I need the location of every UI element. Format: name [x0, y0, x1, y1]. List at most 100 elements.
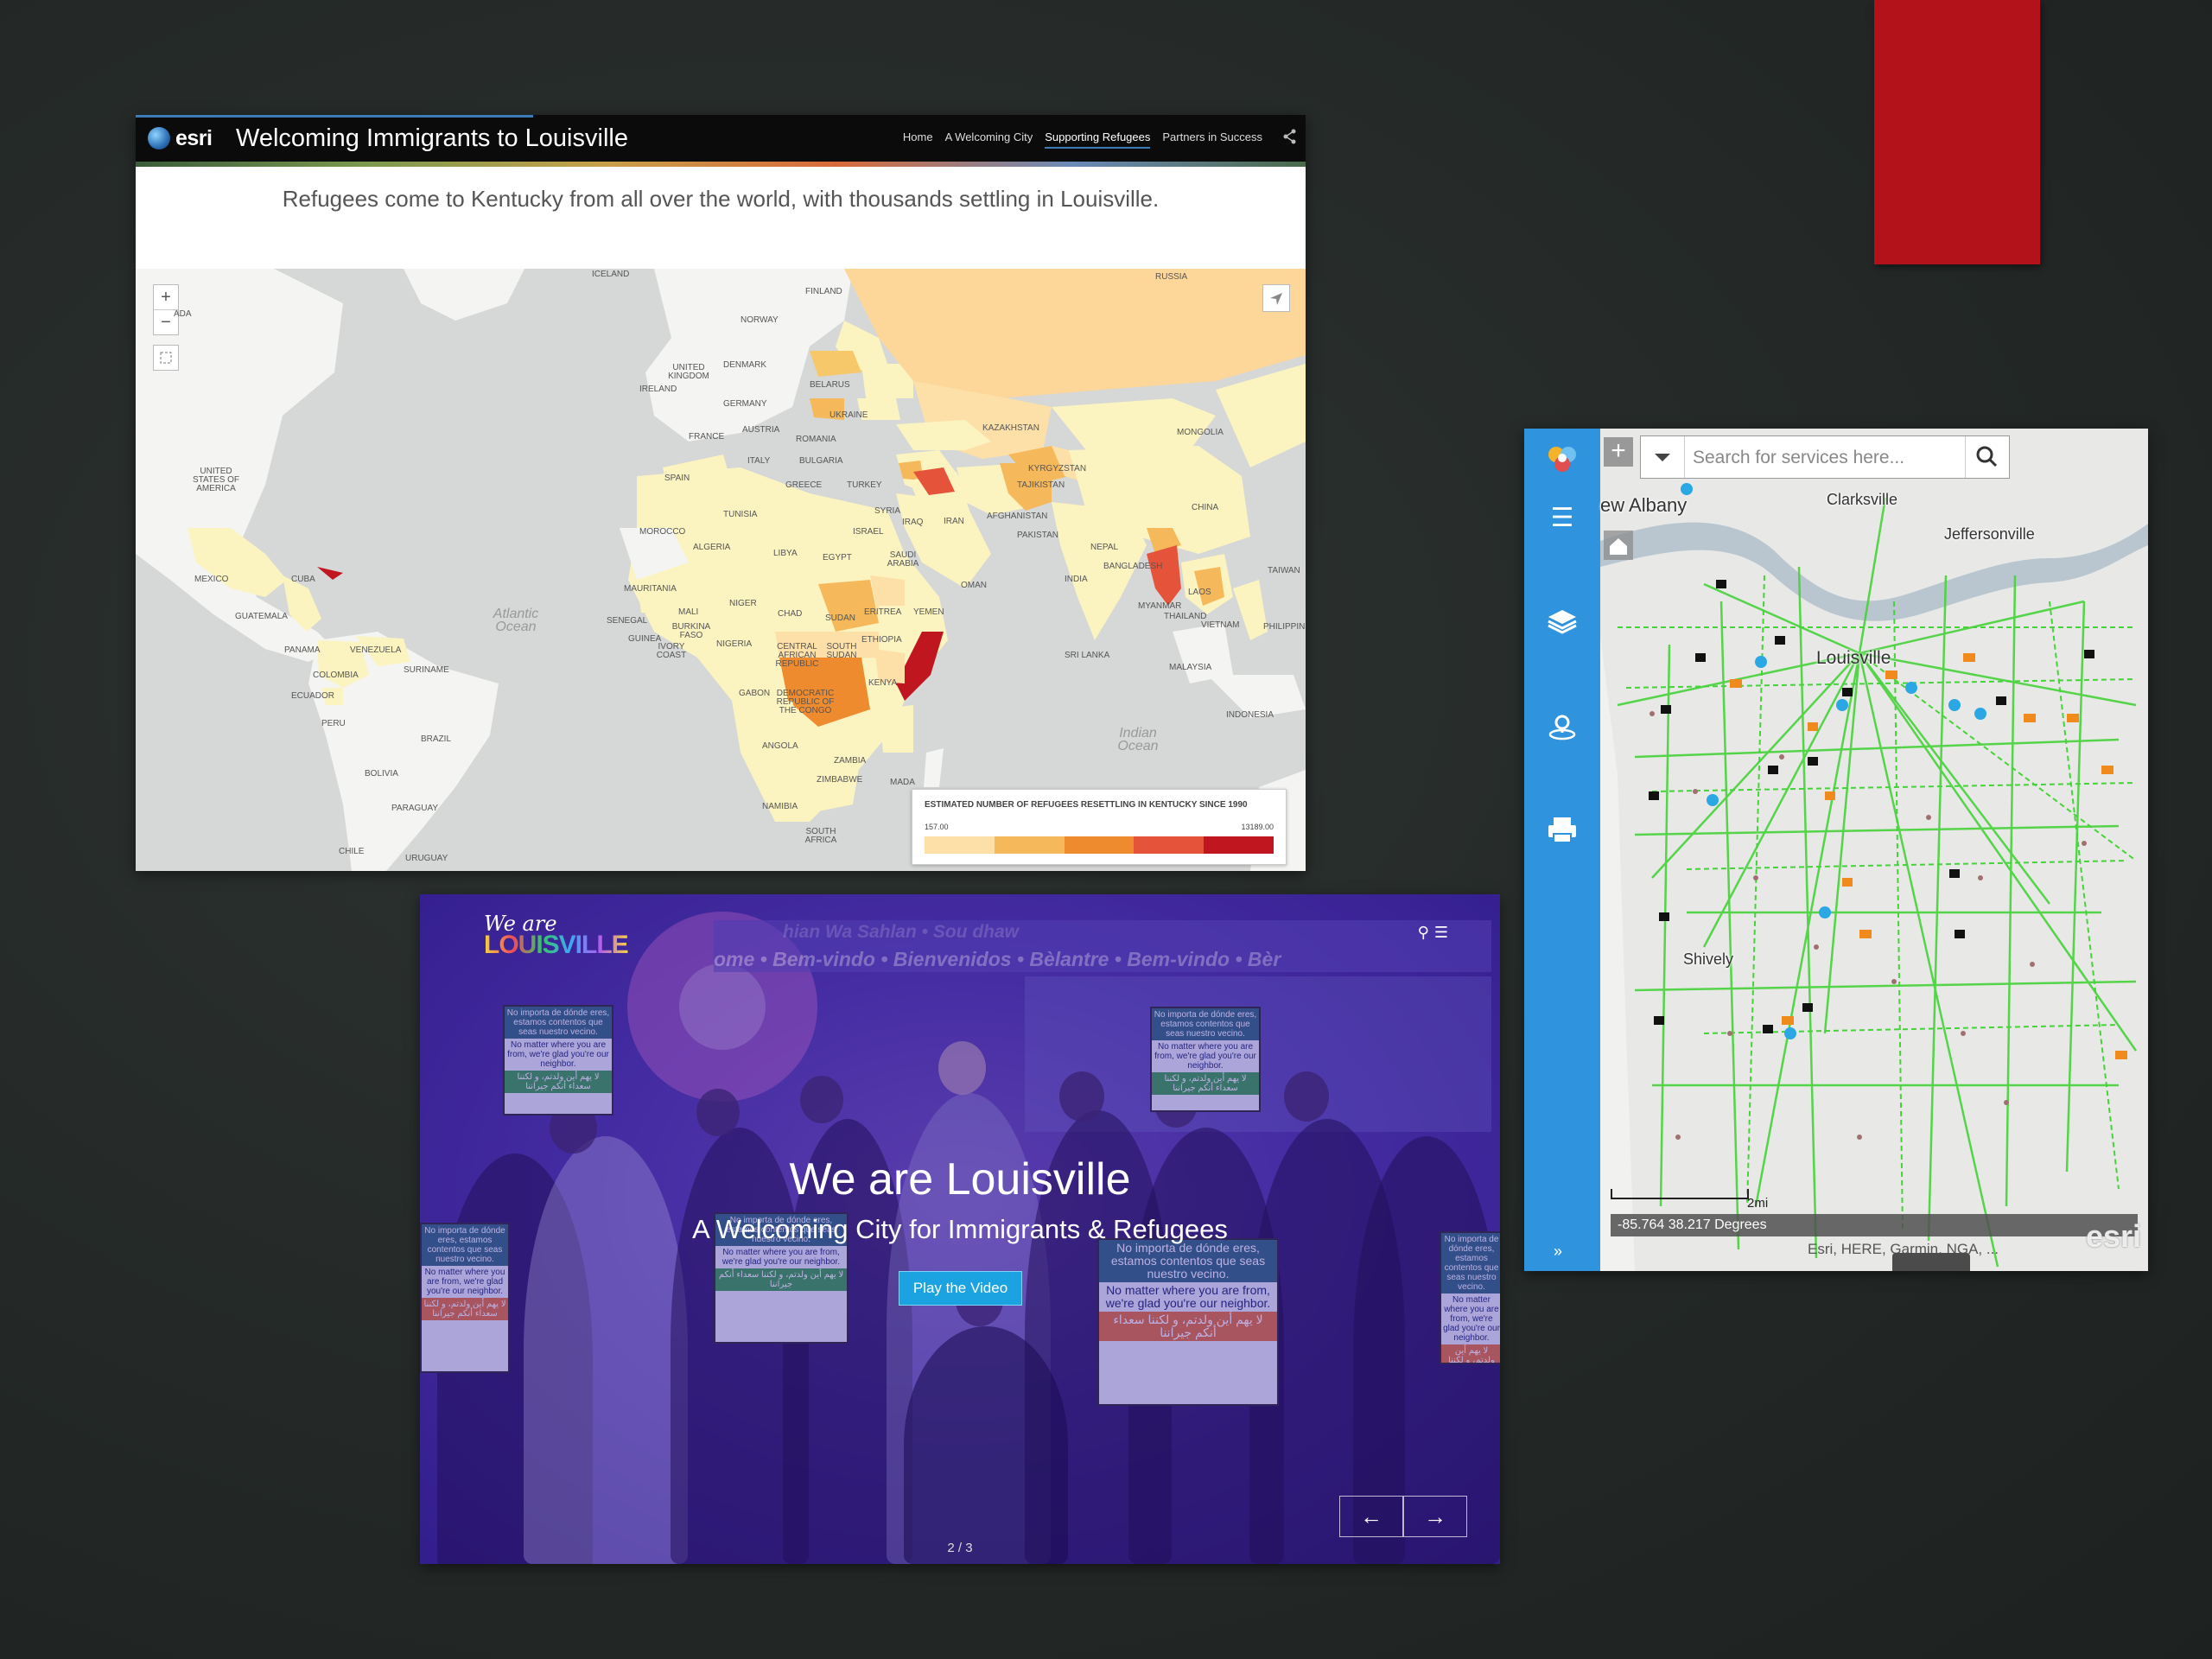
map-label: NEPAL	[1090, 543, 1119, 552]
attribution-toggle[interactable]	[1892, 1253, 1970, 1271]
next-slide-button[interactable]: →	[1403, 1496, 1467, 1537]
map-label: VIETNAM	[1201, 620, 1240, 630]
zoom-in-button[interactable]: +	[1604, 437, 1633, 467]
search-icon	[1976, 446, 1998, 467]
story-title: Welcoming Immigrants to Louisville	[236, 124, 628, 152]
map-label: AUSTRIA	[742, 425, 780, 435]
refugee-origin-map[interactable]: + − ICELAND FINLAND RUSSIA NORWAY UNITED…	[136, 269, 1306, 871]
red-accent-tab	[1874, 0, 2040, 264]
map-label: FINLAND	[805, 287, 842, 296]
location-icon[interactable]	[1543, 707, 1581, 745]
map-label: CHILE	[339, 847, 365, 856]
map-label: CUBA	[291, 575, 315, 584]
legend-color-ramp	[925, 836, 1274, 854]
map-label: DENMARK	[723, 360, 767, 370]
map-label: PHILIPPINES	[1263, 622, 1306, 632]
search-input[interactable]	[1691, 436, 1954, 480]
search-source-dropdown[interactable]	[1641, 436, 1685, 478]
service-search-bar	[1640, 435, 2010, 480]
map-label: NIGER	[729, 599, 757, 608]
search-icon[interactable]: ⚲	[1418, 924, 1429, 942]
locate-button[interactable]	[1262, 284, 1290, 312]
map-label: ISRAEL	[853, 527, 884, 537]
map-label: BANGLADESH	[1103, 562, 1163, 571]
scale-bar	[1611, 1189, 1749, 1199]
map-label: GERMANY	[723, 399, 767, 409]
map-label: BRAZIL	[421, 734, 452, 744]
header-image-strip	[136, 162, 1306, 167]
esri-logo[interactable]: esri	[148, 125, 213, 151]
map-label: ICELAND	[592, 270, 630, 279]
services-map-screenshot: ☰ » + Search for services here... ew Alb…	[1524, 429, 2148, 1271]
map-label: NAMIBIA	[762, 802, 798, 811]
map-home-button[interactable]	[153, 345, 179, 371]
map-label: MALI	[678, 607, 699, 617]
map-label: INDONESIA	[1226, 710, 1274, 720]
map-label: BELARUS	[810, 380, 850, 390]
place-label: Shively	[1683, 950, 1734, 968]
map-label: NIGERIA	[716, 639, 753, 649]
map-label: GUATEMALA	[235, 612, 288, 621]
print-icon[interactable]	[1543, 810, 1581, 849]
map-label: GABON	[739, 689, 771, 698]
nav-partners[interactable]: Partners in Success	[1162, 128, 1262, 149]
nav-welcoming-city[interactable]: A Welcoming City	[945, 128, 1033, 149]
map-label: UNITED STATES OF AMERICA	[192, 467, 240, 493]
map-label: MALAYSIA	[1169, 663, 1212, 672]
header-icons: ⚲ ☰	[1418, 924, 1448, 942]
map-label: TUNISIA	[723, 510, 758, 519]
zoom-in-button[interactable]: +	[154, 285, 178, 309]
play-video-button[interactable]: Play the Video	[899, 1271, 1022, 1306]
map-label: KYRGYZSTAN	[1028, 464, 1087, 474]
map-label: PERU	[321, 719, 346, 728]
map-label: ANGOLA	[762, 741, 798, 751]
legend-title: ESTIMATED NUMBER OF REFUGEES RESETTLING …	[925, 800, 1248, 810]
map-label: BULGARIA	[799, 456, 843, 466]
map-label: SENEGAL	[607, 616, 648, 626]
app-logo-icon[interactable]	[1543, 439, 1581, 477]
map-label: URUGUAY	[405, 854, 448, 863]
map-label: SURINAME	[404, 665, 449, 675]
prev-slide-button[interactable]: ←	[1339, 1496, 1403, 1537]
chevron-down-icon	[1655, 454, 1670, 461]
nav-home[interactable]: Home	[903, 128, 933, 149]
map-label: MAURITANIA	[624, 584, 677, 594]
map-label: BOLIVIA	[365, 769, 398, 779]
esri-watermark: esri	[2085, 1218, 2141, 1254]
map-label: RUSSIA	[1155, 272, 1188, 282]
hamburger-menu-icon[interactable]: ☰	[1434, 924, 1448, 942]
map-label: SOUTH SUDAN	[826, 642, 857, 660]
map-label: NORWAY	[741, 315, 779, 325]
map-label: MYANMAR	[1138, 601, 1182, 611]
share-icon[interactable]	[1283, 129, 1297, 144]
layers-icon[interactable]	[1543, 601, 1581, 639]
services-map[interactable]: + ew Albany Clarksville Jeffersonville L…	[1600, 429, 2148, 1271]
map-label: CHINA	[1192, 503, 1219, 512]
map-label: PARAGUAY	[391, 804, 439, 813]
expand-sidebar-button[interactable]: »	[1554, 1243, 1562, 1261]
map-label: TAIWAN	[1268, 566, 1300, 575]
map-label: ECUADOR	[291, 691, 335, 701]
nav-supporting-refugees[interactable]: Supporting Refugees	[1045, 128, 1151, 149]
legend-swatch	[1064, 836, 1135, 854]
map-label: ITALY	[747, 456, 771, 466]
coordinate-readout: -85.764 38.217 Degrees	[1611, 1214, 2138, 1236]
map-label: ZIMBABWE	[817, 775, 863, 785]
map-label: ERITREA	[864, 607, 902, 617]
globe-icon	[148, 127, 170, 149]
slide-counter: 2 / 3	[947, 1541, 973, 1555]
home-button[interactable]	[1604, 531, 1633, 560]
map-label: KAZAKHSTAN	[982, 423, 1039, 433]
we-are-louisville-logo[interactable]: We are LOUISVILLE	[484, 912, 629, 960]
map-label: KENYA	[868, 678, 898, 688]
ocean-label: Atlantic Ocean	[493, 607, 539, 634]
legend-swatch	[925, 836, 995, 854]
search-button[interactable]	[1965, 436, 2009, 478]
home-icon	[1610, 538, 1627, 555]
map-label: AFGHANISTAN	[987, 512, 1048, 521]
legend-max: 13189.00	[1241, 823, 1274, 831]
map-label: PAKISTAN	[1017, 531, 1058, 540]
list-icon[interactable]: ☰	[1543, 499, 1581, 537]
map-label: SUDAN	[825, 613, 856, 623]
map-label: INDIA	[1065, 575, 1088, 584]
